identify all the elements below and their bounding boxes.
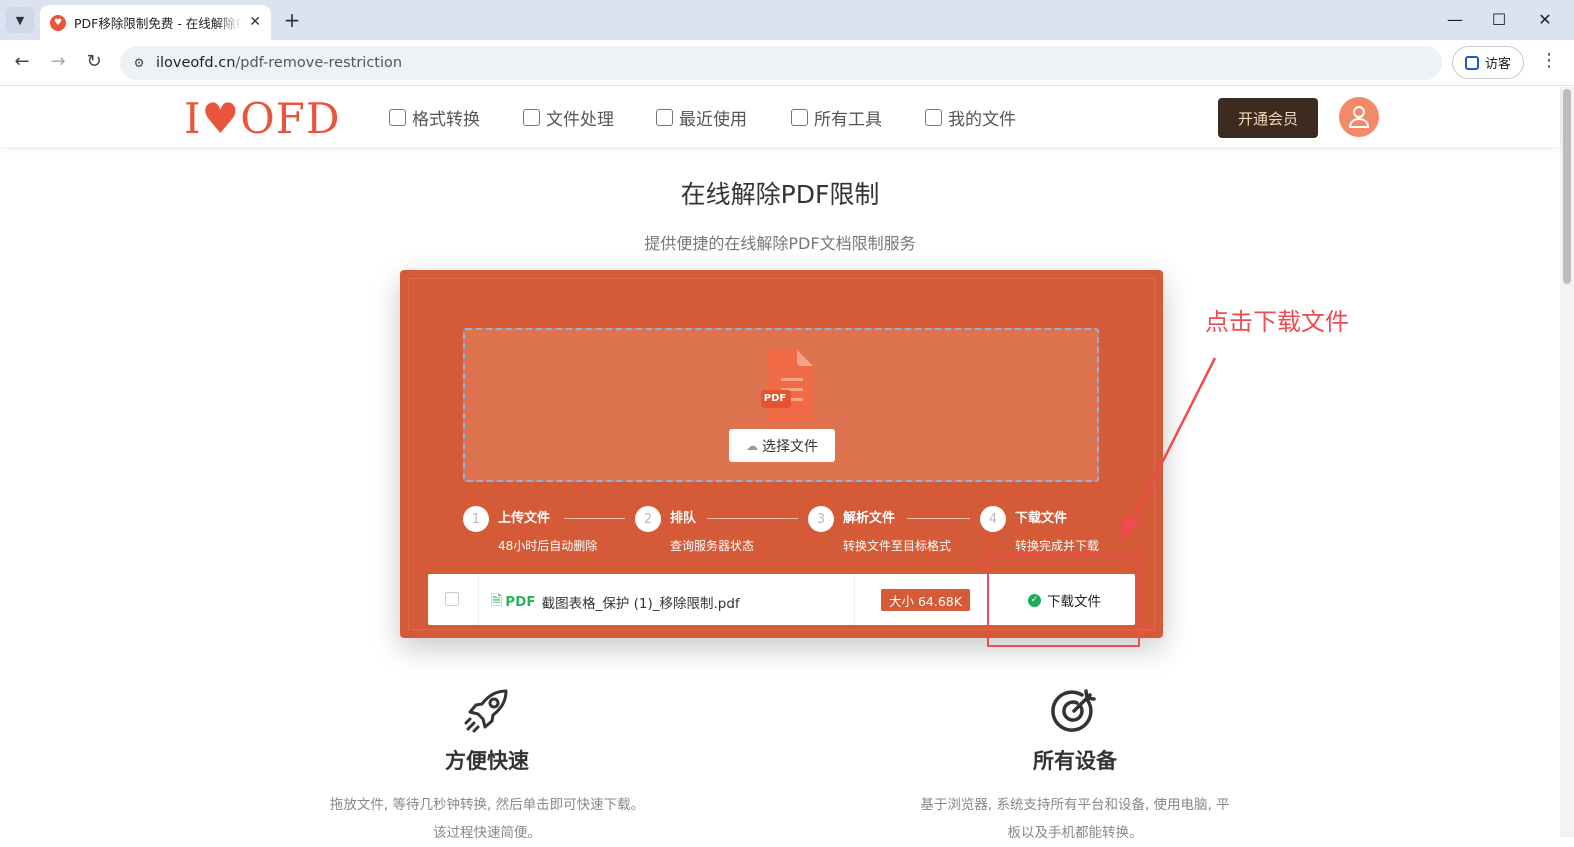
tab-list-button[interactable]: ▼ — [6, 7, 34, 33]
step-number: 3 — [808, 506, 834, 532]
browser-toolbar: ← → ↻ ⚙ iloveofd.cn/pdf-remove-restricti… — [0, 40, 1574, 86]
file-checkbox[interactable] — [445, 592, 459, 606]
file-name: 🗎 PDF 截图表格_保护 (1)_移除限制.pdf — [491, 590, 740, 614]
step-name: 下载文件 — [1015, 511, 1068, 526]
target-icon — [1051, 689, 1096, 732]
nav-item-my-files[interactable]: 我的文件 — [925, 105, 1016, 130]
choose-file-button[interactable]: ☁ 选择文件 — [729, 429, 835, 462]
file-edit-icon — [523, 109, 540, 126]
step-number: 1 — [463, 506, 489, 532]
nav-label: 我的文件 — [948, 110, 1016, 130]
step-desc: 转换文件至目标格式 — [843, 539, 952, 553]
browser-menu-icon[interactable]: ⋮ — [1540, 50, 1558, 71]
feature-desc: 拖放文件, 等待几秒钟转换, 然后单击即可快速下载。该过程快速简便。 — [329, 797, 645, 841]
page-subtitle: 提供便捷的在线解除PDF文档限制服务 — [644, 234, 916, 253]
nav-label: 文件处理 — [546, 110, 614, 130]
annotation-highlight-box — [987, 554, 1140, 647]
site-settings-icon[interactable]: ⚙ — [130, 54, 148, 72]
step-desc: 48小时后自动删除 — [498, 539, 598, 553]
my-files-icon — [925, 109, 942, 126]
url-path: /pdf-remove-restriction — [235, 55, 403, 71]
user-icon — [1348, 106, 1370, 128]
page-scrollbar[interactable] — [1560, 87, 1574, 837]
tab-close-icon[interactable]: ✕ — [249, 14, 261, 30]
convert-icon — [389, 109, 406, 126]
user-avatar[interactable] — [1339, 97, 1379, 137]
vip-button[interactable]: 开通会员 — [1218, 98, 1318, 138]
step-name: 排队 — [670, 511, 697, 526]
file-size-badge: 大小 64.68K — [881, 589, 970, 611]
tab-title: PDF移除限制免费 - 在线解除PDF限制 — [74, 16, 242, 31]
grid-icon — [791, 109, 808, 126]
nav-item-format-convert[interactable]: 格式转换 — [389, 105, 480, 130]
step-number: 2 — [635, 506, 661, 532]
nav-item-recent[interactable]: 最近使用 — [656, 105, 747, 130]
feature-desc: 基于浏览器, 系统支持所有平台和设备, 使用电脑, 平板以及手机都能转换。 — [920, 797, 1230, 841]
step-connector — [907, 518, 970, 519]
nav-label: 最近使用 — [679, 110, 747, 130]
guest-label: 访客 — [1484, 57, 1511, 72]
new-tab-button[interactable]: + — [281, 8, 303, 32]
site-header: I♥OFD 格式转换 文件处理 最近使用 所有工具 我的文件 开通会员 — [0, 87, 1560, 147]
close-window-button[interactable]: ✕ — [1535, 10, 1555, 29]
file-type-tag: PDF — [505, 594, 536, 610]
file-drop-zone[interactable]: PDF ☁ 选择文件 — [463, 328, 1099, 482]
step-connector — [707, 518, 798, 519]
reload-button[interactable]: ↻ — [82, 51, 106, 72]
back-button[interactable]: ← — [10, 51, 34, 72]
annotation-text: 点击下载文件 — [1205, 308, 1349, 336]
maximize-button[interactable]: ☐ — [1489, 10, 1509, 29]
nav-item-all-tools[interactable]: 所有工具 — [791, 105, 882, 130]
chevron-down-icon: ▼ — [15, 13, 25, 27]
feature-title: 所有设备 — [1033, 749, 1117, 773]
step-desc: 转换完成并下载 — [1015, 539, 1100, 553]
recent-icon — [656, 109, 673, 126]
annotation-arrow-icon — [1120, 357, 1217, 540]
pdf-file-icon — [761, 350, 813, 422]
feature-title: 方便快速 — [445, 749, 529, 773]
guest-profile-button[interactable]: 访客 — [1452, 46, 1524, 79]
scrollbar-thumb[interactable] — [1563, 89, 1571, 284]
nav-label: 格式转换 — [412, 110, 480, 130]
forward-button[interactable]: → — [46, 51, 70, 72]
pdf-badge: PDF — [763, 393, 787, 404]
divider — [854, 574, 855, 625]
document-icon: 🗎 — [491, 593, 503, 609]
nav-item-file-process[interactable]: 文件处理 — [523, 105, 614, 130]
feature-all-devices: 所有设备 基于浏览器, 系统支持所有平台和设备, 使用电脑, 平板以及手机都能转… — [915, 685, 1235, 847]
url-host: iloveofd.cn — [156, 55, 236, 71]
step-name: 解析文件 — [843, 511, 896, 526]
page-title: 在线解除PDF限制 — [680, 180, 880, 209]
url-text[interactable]: iloveofd.cn/pdf-remove-restriction — [156, 55, 402, 71]
divider — [478, 574, 479, 625]
profile-icon — [1464, 55, 1479, 70]
address-bar[interactable]: ⚙ iloveofd.cn/pdf-remove-restriction — [120, 46, 1442, 80]
nav-label: 所有工具 — [814, 110, 882, 130]
site-favicon-icon: ♥ — [50, 14, 66, 31]
feature-fast: 方便快速 拖放文件, 等待几秒钟转换, 然后单击即可快速下载。该过程快速简便。 — [327, 685, 647, 847]
site-logo[interactable]: I♥OFD — [184, 94, 341, 143]
step-name: 上传文件 — [498, 511, 551, 526]
browser-tab-bar: ▼ ♥ PDF移除限制免费 - 在线解除PDF限制 ✕ + — ☐ ✕ — [0, 0, 1574, 40]
rocket-icon — [464, 689, 508, 733]
file-name-text: 截图表格_保护 (1)_移除限制.pdf — [541, 596, 740, 612]
step-desc: 查询服务器状态 — [670, 539, 755, 553]
choose-file-label: 选择文件 — [762, 438, 818, 455]
cloud-upload-icon: ☁ — [746, 438, 758, 453]
minimize-button[interactable]: — — [1445, 10, 1465, 29]
step-number: 4 — [980, 506, 1006, 532]
step-connector — [564, 518, 625, 519]
browser-tab-active[interactable]: ♥ PDF移除限制免费 - 在线解除PDF限制 ✕ — [40, 5, 271, 40]
